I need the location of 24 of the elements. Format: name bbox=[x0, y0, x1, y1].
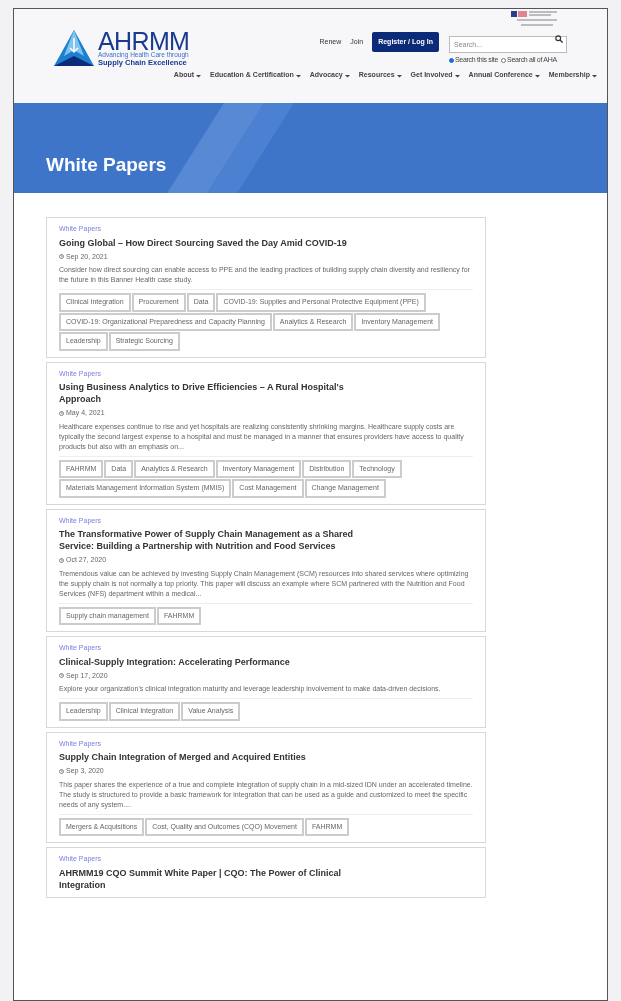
clock-icon bbox=[59, 768, 64, 774]
page-title: White Papers bbox=[46, 152, 167, 177]
caret-icon bbox=[295, 74, 301, 79]
clock-icon bbox=[59, 673, 64, 679]
article-title[interactable]: Clinical-Supply Integration: Accelerating Performance bbox=[59, 655, 369, 668]
article-title[interactable]: Using Business Analytics to Drive Efficiencies – A Rural Hospital's Approach bbox=[59, 381, 369, 405]
caret-icon bbox=[344, 74, 350, 79]
article-title[interactable]: AHRMM19 CQO Summit White Paper | CQO: The Power of Clinical Integration bbox=[59, 866, 369, 891]
clock-icon bbox=[59, 254, 64, 260]
caret-icon bbox=[592, 74, 597, 79]
radio-button[interactable] bbox=[449, 57, 454, 63]
pyramid-logo-icon bbox=[54, 30, 94, 66]
article-title[interactable]: Supply Chain Integration of Merged and Acquired Entities bbox=[59, 751, 369, 763]
article-title[interactable]: Going Global – How Direct Sourcing Saved the Day Amid COVID-19 bbox=[59, 236, 369, 249]
caret-icon bbox=[396, 74, 402, 79]
caret-icon bbox=[454, 74, 460, 79]
caret-icon bbox=[534, 74, 540, 79]
clock-icon bbox=[59, 557, 64, 563]
clock-icon bbox=[59, 410, 64, 416]
radio-button[interactable] bbox=[501, 57, 507, 63]
search-icon[interactable] bbox=[555, 34, 563, 43]
article-title[interactable]: The Transformative Power of Supply Chain Management as a Shared Service: Building a Partnership with Nutrition and Food Services bbox=[59, 528, 369, 552]
logo-name: AHRMM bbox=[98, 30, 190, 52]
caret-icon bbox=[196, 74, 202, 79]
